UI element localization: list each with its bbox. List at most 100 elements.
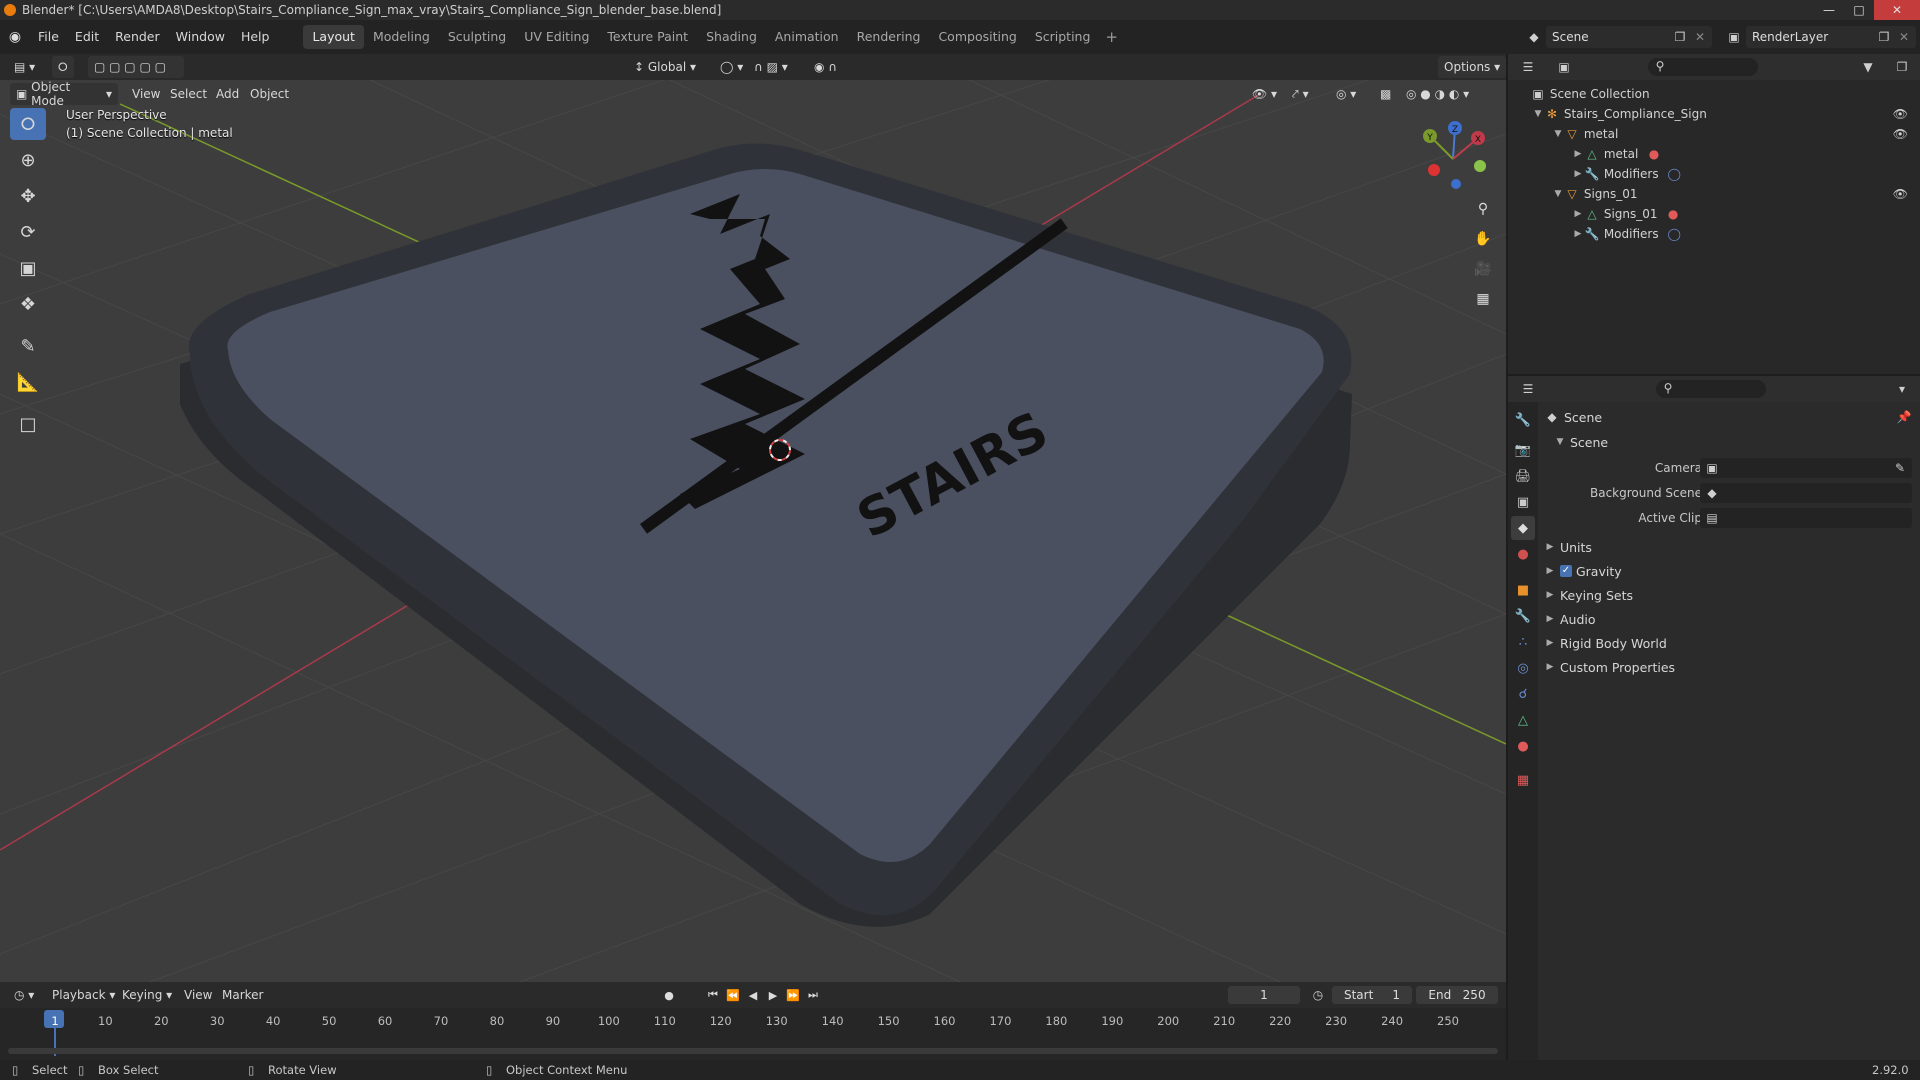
new-collection-icon[interactable]: ❐ <box>1894 59 1910 75</box>
3d-viewport[interactable]: STAIRS User Perspective (1) Scene Collec… <box>0 54 1506 982</box>
outliner-search-input[interactable]: ⚲ <box>1648 58 1758 76</box>
copy-scene-icon[interactable]: ❐ <box>1672 29 1688 45</box>
camera-view-icon[interactable]: 🎥 <box>1470 256 1496 282</box>
move-tool-icon[interactable]: ✥ <box>10 180 46 212</box>
audio-panel-header[interactable]: ▶ Audio <box>1544 608 1596 630</box>
camera-field[interactable]: ▣ ✎ <box>1700 458 1912 478</box>
annotate-tool-icon[interactable]: ✎ <box>10 330 46 362</box>
outliner-editor-type-icon[interactable]: ☰ <box>1520 59 1536 75</box>
options-dropdown[interactable]: Options ▾ <box>1438 56 1507 78</box>
rigid-body-world-panel-header[interactable]: ▶ Rigid Body World <box>1544 632 1667 654</box>
visibility-icon[interactable]: 👁 ▾ <box>1246 83 1283 105</box>
properties-editor-type-icon[interactable]: ☰ <box>1520 381 1536 397</box>
modifiers-tab-icon[interactable]: 🔧 <box>1511 604 1535 628</box>
select-mode-icon[interactable]: ⭘ <box>52 56 74 78</box>
tab-animation[interactable]: Animation <box>766 25 848 49</box>
rotate-tool-icon[interactable]: ⟳ <box>10 216 46 248</box>
pivot-point-icon[interactable]: ◯ ▾ <box>714 56 749 78</box>
select-menu[interactable]: Select <box>164 83 213 105</box>
custom-properties-panel-header[interactable]: ▶ Custom Properties <box>1544 656 1676 678</box>
xray-toggle-icon[interactable]: ▩ <box>1374 83 1397 105</box>
selection-mode-buttons[interactable]: ▢ ▢ ▢ ▢ ▢ <box>88 56 184 78</box>
output-tab-icon[interactable]: 🖨 <box>1511 464 1535 488</box>
scene-panel-header[interactable]: ▼ Scene <box>1554 431 1609 453</box>
pan-hand-icon[interactable]: ✋ <box>1470 226 1496 252</box>
editor-type-icon[interactable]: ▤ ▾ <box>8 56 41 78</box>
cursor-tool-icon[interactable]: ⊕ <box>10 144 46 176</box>
tab-layout[interactable]: Layout <box>303 25 364 49</box>
background-scene-field[interactable]: ◆ <box>1700 483 1912 503</box>
transform-orientation-dropdown[interactable]: ↕ Global ▾ <box>628 56 702 78</box>
render-layer-icon[interactable]: ▣ <box>1726 29 1742 45</box>
tab-texture-paint[interactable]: Texture Paint <box>598 25 697 49</box>
pin-icon[interactable]: 📌 <box>1896 409 1912 425</box>
scene-browse-icon[interactable]: ◆ <box>1526 29 1542 45</box>
minimize-button[interactable]: — <box>1814 0 1844 20</box>
tab-modeling[interactable]: Modeling <box>364 25 439 49</box>
panel-options-icon[interactable]: ▾ <box>1894 381 1910 397</box>
scale-tool-icon[interactable]: ▣ <box>10 252 46 284</box>
gizmo-toggle-icon[interactable]: ⤤ ▾ <box>1286 83 1315 105</box>
copy-layer-icon[interactable]: ❐ <box>1876 29 1892 45</box>
add-menu[interactable]: Add <box>210 83 245 105</box>
scene-selector[interactable]: Scene ❐ ✕ <box>1546 26 1712 48</box>
outliner-item[interactable]: ▼ ▽ metal 👁 <box>1508 124 1920 144</box>
display-mode-icon[interactable]: ▣ <box>1556 59 1572 75</box>
menu-file[interactable]: File <box>30 20 67 54</box>
physics-tab-icon[interactable]: ◎ <box>1511 656 1535 680</box>
close-button[interactable]: ✕ <box>1874 0 1920 20</box>
menu-render[interactable]: Render <box>107 20 168 54</box>
tab-sculpting[interactable]: Sculpting <box>439 25 515 49</box>
visibility-eye-icon[interactable]: 👁 <box>1893 127 1908 141</box>
frame-ruler[interactable]: 1 10 20 30 40 50 60 70 80 90 100 110 120 130 140 150 160… <box>0 982 1506 1042</box>
world-tab-icon[interactable]: ● <box>1511 542 1535 566</box>
keying-sets-panel-header[interactable]: ▶ Keying Sets <box>1544 584 1633 606</box>
tab-shading[interactable]: Shading <box>697 25 766 49</box>
tab-scripting[interactable]: Scripting <box>1026 25 1100 49</box>
properties-search-input[interactable]: ⚲ <box>1656 380 1766 398</box>
object-menu[interactable]: Object <box>244 83 295 105</box>
proportional-edit-icon[interactable]: ◉ ∩ <box>808 56 843 78</box>
maximize-button[interactable]: □ <box>1844 0 1874 20</box>
render-tab-icon[interactable]: 📷 <box>1511 438 1535 462</box>
visibility-eye-icon[interactable]: 👁 <box>1893 187 1908 201</box>
outliner-item[interactable]: ▼ ▽ Signs_01 👁 <box>1508 184 1920 204</box>
tab-compositing[interactable]: Compositing <box>929 25 1025 49</box>
outliner-scene-collection[interactable]: ▣ Scene Collection <box>1508 84 1920 104</box>
menu-window[interactable]: Window <box>168 20 233 54</box>
active-clip-field[interactable]: ▤ <box>1700 508 1912 528</box>
view-menu[interactable]: View <box>126 83 166 105</box>
units-panel-header[interactable]: ▶ Units <box>1544 536 1592 558</box>
outliner-item[interactable]: ▶ △ Signs_01 ● <box>1508 204 1920 224</box>
ortho-grid-icon[interactable]: ▦ <box>1470 286 1496 312</box>
measure-tool-icon[interactable]: 📐 <box>10 366 46 398</box>
render-layer-selector[interactable]: RenderLayer ❐ ✕ <box>1746 26 1916 48</box>
object-tab-icon[interactable]: ■ <box>1511 578 1535 602</box>
add-workspace-button[interactable]: + <box>1099 28 1124 46</box>
menu-edit[interactable]: Edit <box>67 20 107 54</box>
view-layer-tab-icon[interactable]: ▣ <box>1511 490 1535 514</box>
snap-icon[interactable]: ∩ ▨ ▾ <box>748 56 794 78</box>
material-tab-icon[interactable]: ● <box>1511 734 1535 758</box>
select-box-tool-icon[interactable]: ⭘ <box>10 108 46 140</box>
filter-icon[interactable]: ▼ <box>1860 59 1876 75</box>
constraints-tab-icon[interactable]: ☌ <box>1511 682 1535 706</box>
shading-mode-buttons[interactable]: ◎ ● ◑ ◐ ▾ <box>1400 83 1475 105</box>
visibility-eye-icon[interactable]: 👁 <box>1893 107 1908 121</box>
zoom-icon[interactable]: ⚲ <box>1470 196 1496 222</box>
tab-rendering[interactable]: Rendering <box>848 25 930 49</box>
timeline-scrollbar[interactable] <box>8 1048 1498 1054</box>
gravity-checkbox[interactable]: ✓ <box>1559 565 1572 577</box>
outliner-item[interactable]: ▼ ✻ Stairs_Compliance_Sign 👁 <box>1508 104 1920 124</box>
remove-layer-icon[interactable]: ✕ <box>1896 29 1912 45</box>
navigation-gizmo[interactable]: Z Y X <box>1408 114 1498 204</box>
tool-tab-icon[interactable]: 🔧 <box>1511 408 1535 432</box>
transform-tool-icon[interactable]: ❖ <box>10 288 46 320</box>
overlay-toggle-icon[interactable]: ◎ ▾ <box>1330 83 1362 105</box>
menu-help[interactable]: Help <box>233 20 278 54</box>
eyedropper-icon[interactable]: ✎ <box>1892 460 1908 476</box>
texture-tab-icon[interactable]: ▦ <box>1511 768 1535 792</box>
outliner-item[interactable]: ▶ △ metal ● <box>1508 144 1920 164</box>
gravity-panel-header[interactable]: ▶ ✓ Gravity <box>1544 560 1622 582</box>
data-tab-icon[interactable]: △ <box>1511 708 1535 732</box>
